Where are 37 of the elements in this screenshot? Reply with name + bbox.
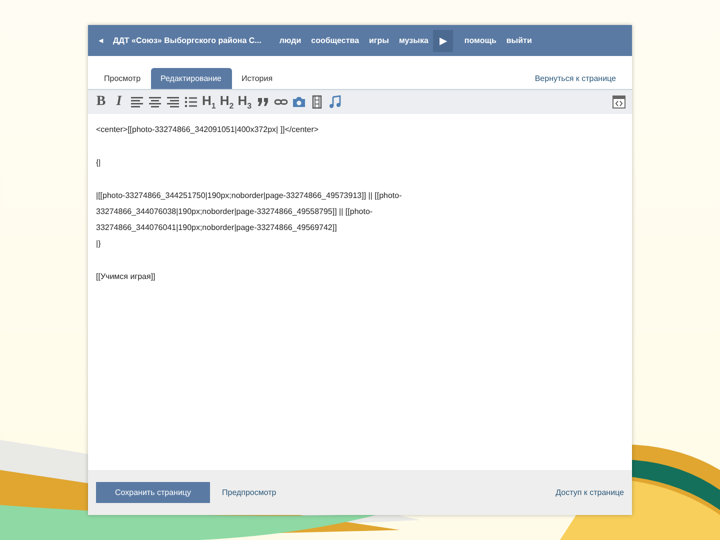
tab[interactable]: Просмотр [94, 68, 151, 89]
align-left-icon[interactable] [130, 95, 144, 109]
align-right-icon[interactable] [166, 95, 180, 109]
code-line: <center>[[photo-33274866_342091051|400x372px| ]]</center> [96, 124, 320, 136]
tab[interactable]: Редактирование [150, 68, 232, 89]
bold-button[interactable]: B [94, 94, 108, 110]
heading-button[interactable]: H$_{2}$ [220, 93, 234, 111]
back-arrow-icon[interactable]: ◂ [94, 36, 108, 45]
tab[interactable]: История [232, 68, 283, 89]
code-line: [[Учимся играя]] [96, 271, 156, 283]
save-button[interactable]: Сохранить страницу [96, 482, 210, 503]
code-line: 33274866_344076038|190px;noborder|page-33274866_49558795]] || [[photo- [96, 206, 374, 218]
page-access-link[interactable]: Доступ к странице [556, 488, 624, 497]
music-note-icon[interactable] [328, 95, 342, 109]
nav-link[interactable]: выйти [501, 36, 537, 45]
group-title[interactable]: ДДТ «Союз» Выборгского района С... [108, 36, 266, 45]
nav-link[interactable]: музыка [394, 36, 434, 45]
preview-link[interactable]: Предпросмотр [222, 488, 276, 497]
align-center-icon[interactable] [148, 95, 162, 109]
code-line: |[[photo-33274866_344251750|190px;noborder|page-33274866_49573913]] || [[photo- [96, 190, 403, 202]
return-link[interactable]: Вернуться к странице [524, 68, 626, 89]
source-code-icon[interactable] [612, 95, 626, 109]
camera-icon[interactable] [292, 95, 306, 109]
list-icon[interactable] [184, 95, 198, 109]
nav-link[interactable]: сообщества [306, 36, 364, 45]
more-button[interactable]: ▶ [433, 30, 454, 52]
heading-button[interactable]: H$_{1}$ [202, 93, 216, 111]
italic-button[interactable]: I [112, 94, 126, 110]
quote-icon[interactable] [256, 95, 270, 109]
nav-link[interactable]: люди [274, 36, 306, 45]
nav-link[interactable]: помощь [459, 36, 502, 45]
heading-button[interactable]: H$_{3}$ [238, 93, 252, 111]
nav-link[interactable]: игры [364, 36, 394, 45]
code-line: |} [96, 238, 102, 250]
code-line: {| [96, 157, 102, 169]
film-icon[interactable] [310, 95, 324, 109]
code-line: 33274866_344076041|190px;noborder|page-33274866_49569742]] [96, 222, 338, 234]
